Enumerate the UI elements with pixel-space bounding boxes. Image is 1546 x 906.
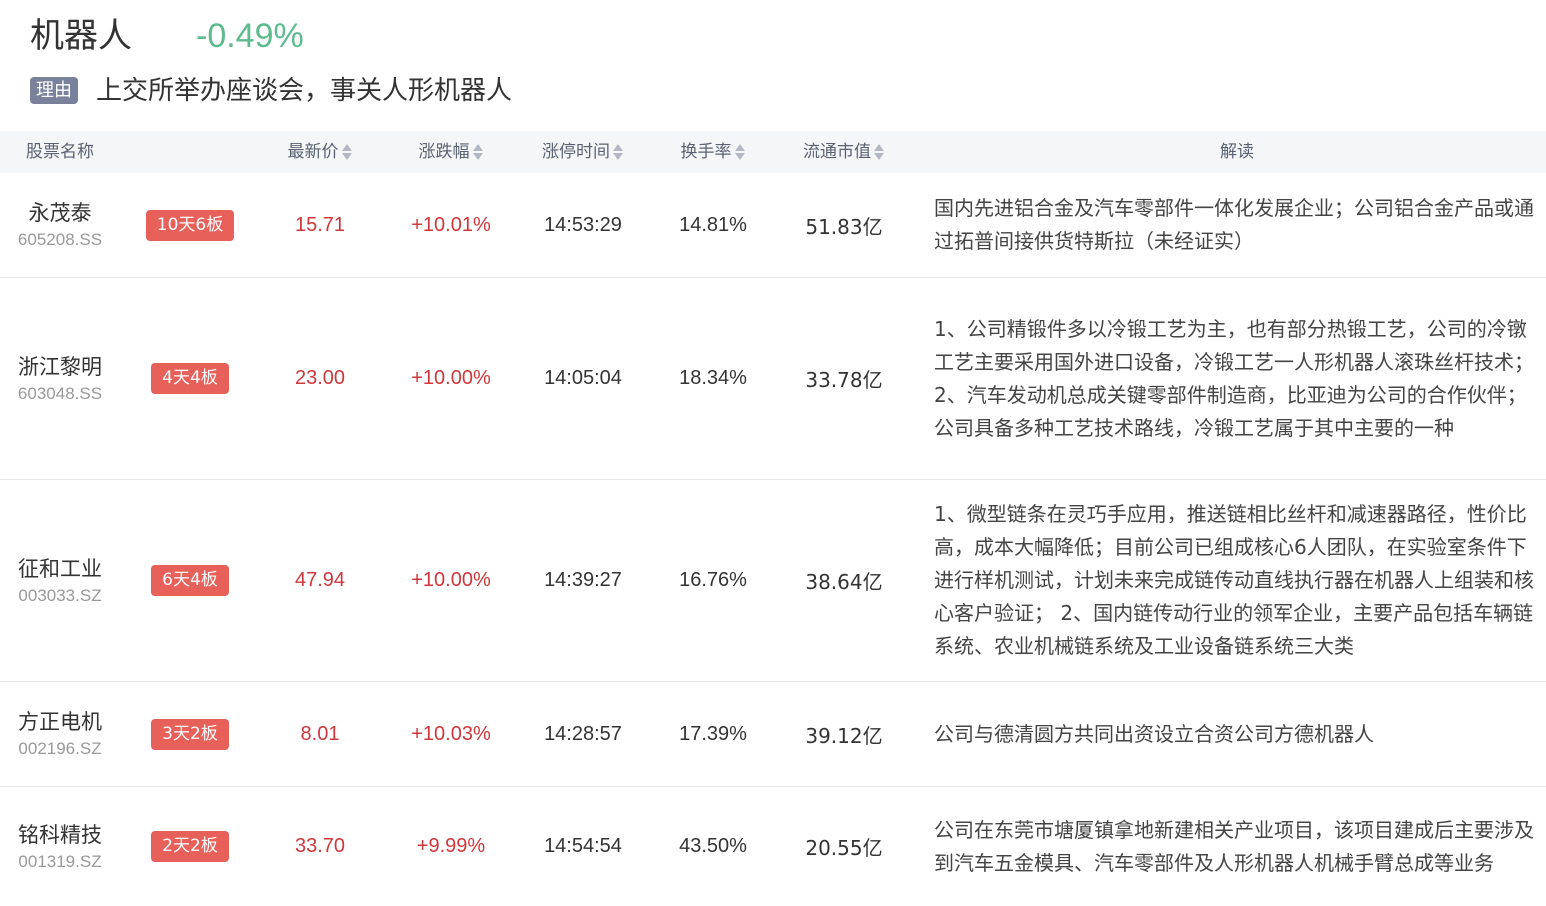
streak-badge: 6天4板 xyxy=(151,565,229,596)
streak-cell: 10天6板 xyxy=(130,173,250,277)
col-header-price[interactable]: 最新价 xyxy=(260,131,380,173)
analysis-text: 公司与德清圆方共同出资设立合资公司方德机器人 xyxy=(934,721,1374,746)
price-cell: 33.70 xyxy=(294,835,346,857)
analysis-cell: 公司在东莞市塘厦镇拿地新建相关产业项目，该项目建成后主要涉及到汽车五金模具、汽车… xyxy=(934,787,1540,906)
col-header-limit-time-label: 涨停时间 xyxy=(542,142,610,162)
reason-text: 上交所举办座谈会，事关人形机器人 xyxy=(96,76,513,106)
col-header-market-cap-label: 流通市值 xyxy=(803,142,871,162)
col-header-change[interactable]: 涨跌幅 xyxy=(386,131,516,173)
streak-badge: 2天2板 xyxy=(151,831,229,862)
streak-cell: 3天2板 xyxy=(130,682,250,786)
table-row[interactable]: 浙江黎明 603048.SS 4天4板 23.00 +10.00% 14:05:… xyxy=(0,278,1546,480)
col-header-price-label: 最新价 xyxy=(287,142,339,162)
streak-badge: 10天6板 xyxy=(145,209,235,241)
col-header-limit-time[interactable]: 涨停时间 xyxy=(522,131,644,173)
stock-code: 001319.SZ xyxy=(18,851,102,871)
turnover-cell: 16.76% xyxy=(679,569,747,591)
col-header-name: 股票名称 xyxy=(0,131,120,173)
streak-badge: 3天2板 xyxy=(151,718,229,750)
limit-time-cell: 14:54:54 xyxy=(544,835,622,857)
stock-name-cell[interactable]: 铭科精技 001319.SZ xyxy=(0,787,120,906)
streak-cell: 4天4板 xyxy=(130,278,250,479)
analysis-cell: 国内先进铝合金及汽车零部件一体化发展企业；公司铝合金产品或通过拓普间接供货特斯拉… xyxy=(934,173,1540,277)
streak-badge: 4天4板 xyxy=(151,363,229,394)
limit-time-cell: 14:05:04 xyxy=(544,367,622,389)
limit-time-cell: 14:28:57 xyxy=(544,722,622,745)
col-header-turnover-label: 换手率 xyxy=(680,142,732,162)
streak-cell: 2天2板 xyxy=(130,787,250,906)
change-cell: +10.03% xyxy=(411,722,491,745)
sector-header: 机器人 -0.49% 理由 上交所举办座谈会，事关人形机器人 xyxy=(0,0,1546,130)
stock-name[interactable]: 浙江黎明 xyxy=(18,352,102,382)
analysis-text: 公司在东莞市塘厦镇拿地新建相关产业项目，该项目建成后主要涉及到汽车五金模具、汽车… xyxy=(934,817,1534,875)
stock-code: 003033.SZ xyxy=(18,585,102,605)
analysis-text: 1、微型链条在灵巧手应用，推送链相比丝杆和减速器路径，性价比高，成本大幅降低；目… xyxy=(934,502,1534,658)
turnover-cell: 18.34% xyxy=(679,367,747,389)
col-header-market-cap[interactable]: 流通市值 xyxy=(780,131,908,173)
change-cell: +10.01% xyxy=(411,213,491,236)
reason-tag: 理由 xyxy=(30,77,78,104)
table-row[interactable]: 方正电机 002196.SZ 3天2板 8.01 +10.03% 14:28:5… xyxy=(0,682,1546,787)
sector-change: -0.49% xyxy=(196,17,304,55)
stock-code: 605208.SS xyxy=(17,230,103,249)
stock-name[interactable]: 征和工业 xyxy=(18,554,102,584)
market-cap-cell: 33.78亿 xyxy=(805,368,883,392)
streak-cell: 6天4板 xyxy=(130,480,250,681)
change-cell: +10.00% xyxy=(411,367,491,389)
market-cap-cell: 38.64亿 xyxy=(805,570,883,594)
change-cell: +9.99% xyxy=(416,835,486,857)
market-cap-cell: 20.55亿 xyxy=(805,836,883,860)
analysis-cell: 1、微型链条在灵巧手应用，推送链相比丝杆和减速器路径，性价比高，成本大幅降低；目… xyxy=(934,480,1540,681)
sort-icon[interactable] xyxy=(874,143,885,161)
price-cell: 23.00 xyxy=(294,367,346,389)
sector-title: 机器人 xyxy=(30,16,132,56)
table-row[interactable]: 征和工业 003033.SZ 6天4板 47.94 +10.00% 14:39:… xyxy=(0,480,1546,682)
market-cap-cell: 39.12亿 xyxy=(805,723,883,748)
limit-time-cell: 14:53:29 xyxy=(544,213,622,236)
sort-icon[interactable] xyxy=(613,143,624,161)
turnover-cell: 14.81% xyxy=(679,213,747,236)
price-cell: 15.71 xyxy=(294,213,346,236)
analysis-text: 1、公司精锻件多以冷锻工艺为主，也有部分热锻工艺，公司的冷镦工艺主要采用国外进口… xyxy=(934,316,1534,440)
analysis-cell: 公司与德清圆方共同出资设立合资公司方德机器人 xyxy=(934,682,1540,786)
stock-code: 002196.SZ xyxy=(18,739,102,758)
price-cell: 47.94 xyxy=(294,569,346,591)
stock-name[interactable]: 方正电机 xyxy=(18,707,102,737)
col-header-analysis: 解读 xyxy=(934,131,1540,173)
sort-icon[interactable] xyxy=(472,143,484,161)
analysis-text: 国内先进铝合金及汽车零部件一体化发展企业；公司铝合金产品或通过拓普间接供货特斯拉… xyxy=(934,196,1534,253)
col-header-turnover[interactable]: 换手率 xyxy=(652,131,774,173)
stock-name[interactable]: 铭科精技 xyxy=(18,820,102,850)
stock-name-cell[interactable]: 浙江黎明 603048.SS xyxy=(0,278,120,479)
stock-name-cell[interactable]: 征和工业 003033.SZ xyxy=(0,480,120,681)
col-header-name-label: 股票名称 xyxy=(26,142,94,162)
col-header-analysis-label: 解读 xyxy=(1220,142,1254,162)
limit-time-cell: 14:39:27 xyxy=(544,569,622,591)
market-cap-cell: 51.83亿 xyxy=(805,214,883,239)
turnover-cell: 17.39% xyxy=(679,722,747,745)
stock-name[interactable]: 永茂泰 xyxy=(29,198,92,228)
analysis-cell: 1、公司精锻件多以冷锻工艺为主，也有部分热锻工艺，公司的冷镦工艺主要采用国外进口… xyxy=(934,278,1540,479)
change-cell: +10.00% xyxy=(411,569,491,591)
sort-icon[interactable] xyxy=(734,143,746,161)
stock-name-cell[interactable]: 永茂泰 605208.SS xyxy=(0,173,120,277)
stock-name-cell[interactable]: 方正电机 002196.SZ xyxy=(0,682,120,786)
table-row[interactable]: 铭科精技 001319.SZ 2天2板 33.70 +9.99% 14:54:5… xyxy=(0,787,1546,906)
table-row[interactable]: 永茂泰 605208.SS 10天6板 15.71 +10.01% 14:53:… xyxy=(0,173,1546,278)
col-header-change-label: 涨跌幅 xyxy=(418,142,470,162)
price-cell: 8.01 xyxy=(300,722,340,745)
table-header: 股票名称 最新价 涨跌幅 涨停时间 换手率 流通市值 解读 xyxy=(0,131,1546,173)
turnover-cell: 43.50% xyxy=(679,835,747,857)
sort-icon[interactable] xyxy=(341,143,353,161)
stock-code: 603048.SS xyxy=(17,383,103,403)
